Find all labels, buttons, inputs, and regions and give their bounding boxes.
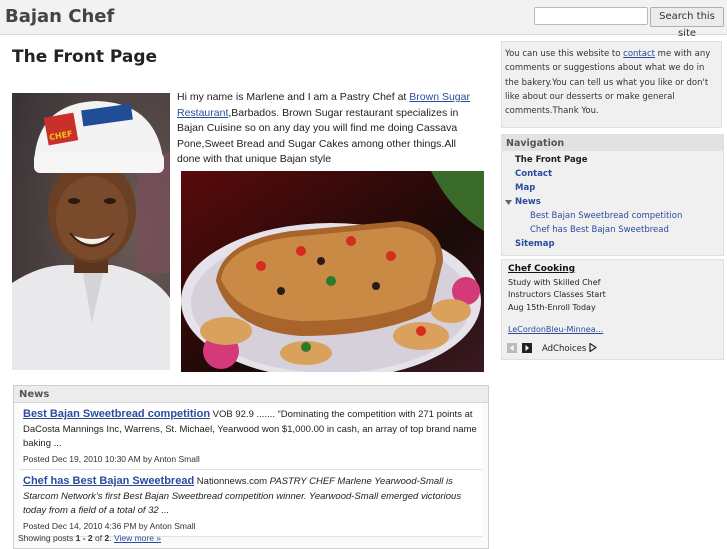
news-footer-prefix: Showing posts: [18, 533, 76, 543]
intro-text-1: Hi my name is Marlene and I am a Pastry …: [177, 91, 410, 103]
next-ad-icon[interactable]: [522, 343, 533, 353]
news-gadget: News Best Bajan Sweetbread competition V…: [13, 385, 489, 549]
ad-box: Chef Cooking Study with Skilled Chef Ins…: [501, 259, 724, 360]
sweet-bread-photo: [181, 171, 484, 372]
news-item-source: Nationnews.com: [194, 476, 268, 487]
news-item-posted: Posted Dec 19, 2010 10:30 AM by Anton Sm…: [23, 453, 200, 464]
news-item-title[interactable]: Best Bajan Sweetbread competition: [23, 408, 210, 420]
news-item-source: VOB 92.9: [210, 409, 254, 420]
top-bar: Bajan Chef Search this site: [0, 0, 727, 39]
search-button[interactable]: Search this site: [650, 7, 724, 39]
nav-item-front-page[interactable]: The Front Page: [515, 153, 588, 167]
expand-triangle-icon[interactable]: [505, 200, 512, 205]
news-header: News: [14, 386, 488, 403]
news-item-posted: Posted Dec 14, 2010 4:36 PM by Anton Sma…: [23, 520, 196, 531]
previous-ad-icon[interactable]: [507, 343, 517, 353]
ad-text: Study with Skilled Chef Instructors Clas…: [508, 278, 606, 312]
news-item: Chef has Best Bajan Sweetbread Nationnew…: [20, 470, 482, 537]
intro-paragraph: Hi my name is Marlene and I am a Pastry …: [177, 90, 482, 168]
ad-link[interactable]: LeCordonBleu-Minnea...: [508, 325, 603, 334]
adchoices-label: AdChoices: [542, 344, 587, 354]
nav-item-news[interactable]: News: [515, 195, 541, 209]
adchoices-icon: [589, 342, 598, 353]
nav-item-map[interactable]: Map: [515, 181, 535, 195]
news-footer-of: of: [92, 533, 105, 543]
contact-text-1: You can use this website to: [505, 49, 624, 59]
search-input[interactable]: [534, 7, 648, 25]
navigation-header: Navigation: [502, 135, 723, 151]
nav-subitem-best-bajan[interactable]: Best Bajan Sweetbread competition: [530, 209, 682, 223]
news-footer-range: 1 - 2: [75, 533, 93, 543]
news-footer: Showing posts 1 - 2 of 2. View more »: [18, 533, 161, 543]
news-item-title[interactable]: Chef has Best Bajan Sweetbread: [23, 475, 194, 487]
ad-title[interactable]: Chef Cooking: [508, 264, 575, 274]
ad-nav: [507, 343, 533, 362]
news-item: Best Bajan Sweetbread competition VOB 92…: [20, 403, 482, 470]
nav-item-sitemap[interactable]: Sitemap: [515, 237, 555, 251]
page-title: The Front Page: [12, 47, 158, 67]
nav-item-contact[interactable]: Contact: [515, 167, 552, 181]
site-title[interactable]: Bajan Chef: [5, 6, 114, 27]
contact-box: You can use this website to contact me w…: [501, 41, 722, 128]
view-more-link[interactable]: View more »: [114, 533, 161, 543]
nav-subitem-chef-has[interactable]: Chef has Best Bajan Sweetbread: [530, 223, 669, 237]
navigation-box: Navigation The Front Page Contact Map Ne…: [501, 134, 724, 256]
contact-text-2: me with any comments or suggestions abou…: [505, 49, 711, 117]
chef-photo: CHEF: [12, 93, 170, 370]
adchoices-link[interactable]: AdChoices: [542, 342, 598, 354]
contact-link[interactable]: contact: [623, 49, 655, 59]
